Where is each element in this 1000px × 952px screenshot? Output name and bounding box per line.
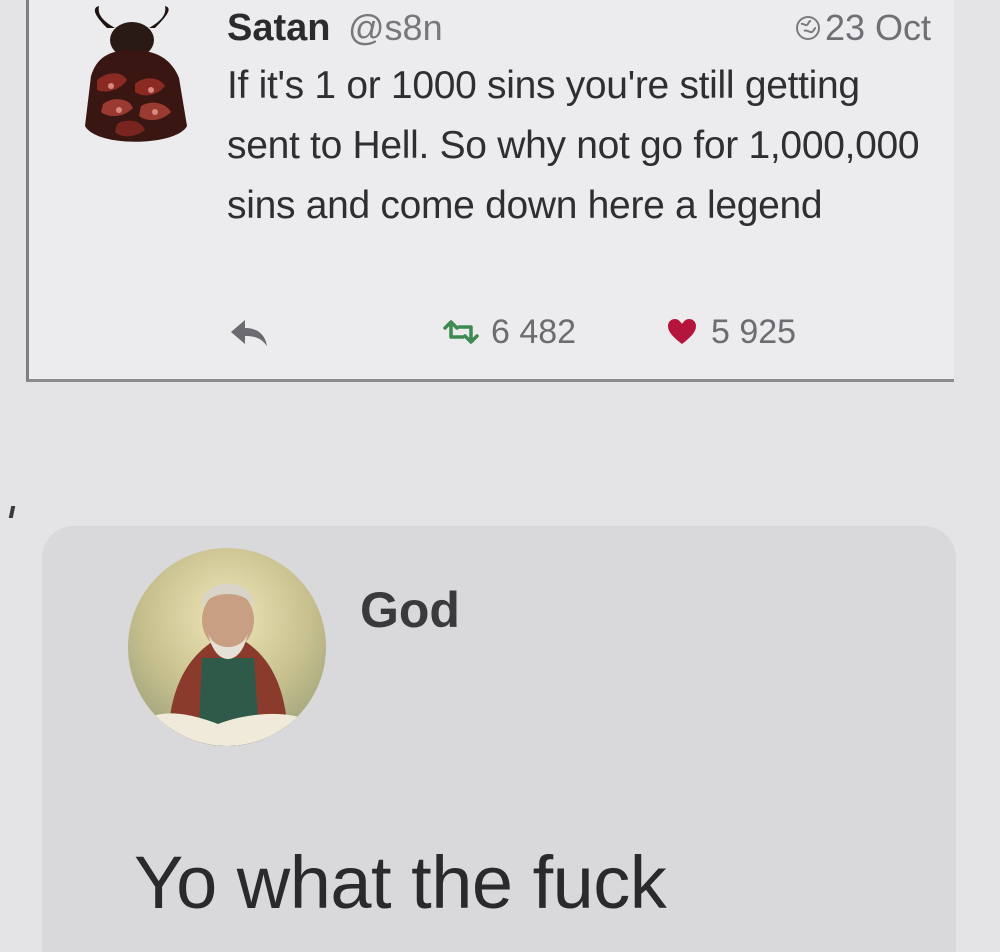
like-count: 5 925 — [711, 313, 797, 351]
heart-icon — [668, 319, 696, 344]
retweet-icon — [443, 320, 479, 344]
author-name[interactable]: Satan — [227, 6, 330, 50]
retweet-button[interactable]: 6 482 — [441, 310, 576, 354]
tweet-date[interactable]: 23 Oct — [795, 6, 931, 50]
demon-avatar-icon[interactable] — [77, 6, 197, 156]
reply-text: Yo what the fuck — [134, 841, 667, 924]
like-button[interactable]: 5 925 — [667, 310, 796, 354]
god-avatar[interactable] — [128, 548, 326, 746]
globe-icon — [795, 16, 820, 40]
tweet-card: Satan @s8n 23 Oct If it's 1 or 1000 sins… — [26, 0, 954, 382]
author-handle[interactable]: @s8n — [348, 6, 443, 50]
stray-mark — [8, 506, 16, 518]
tweet-text: If it's 1 or 1000 sins you're still gett… — [227, 64, 920, 227]
tweet-date-label: 23 Oct — [824, 7, 931, 48]
reply-author-name[interactable]: God — [360, 580, 460, 640]
tweet-actions: 6 482 5 925 — [227, 310, 847, 354]
screenshot-page: Satan @s8n 23 Oct If it's 1 or 1000 sins… — [0, 0, 1000, 952]
reply-icon[interactable] — [227, 314, 271, 350]
retweet-count: 6 482 — [491, 313, 577, 351]
god-avatar-icon — [128, 548, 326, 746]
reply-card: God Yo what the fuck — [42, 526, 956, 952]
tweet-header: Satan @s8n 23 Oct — [227, 6, 937, 50]
